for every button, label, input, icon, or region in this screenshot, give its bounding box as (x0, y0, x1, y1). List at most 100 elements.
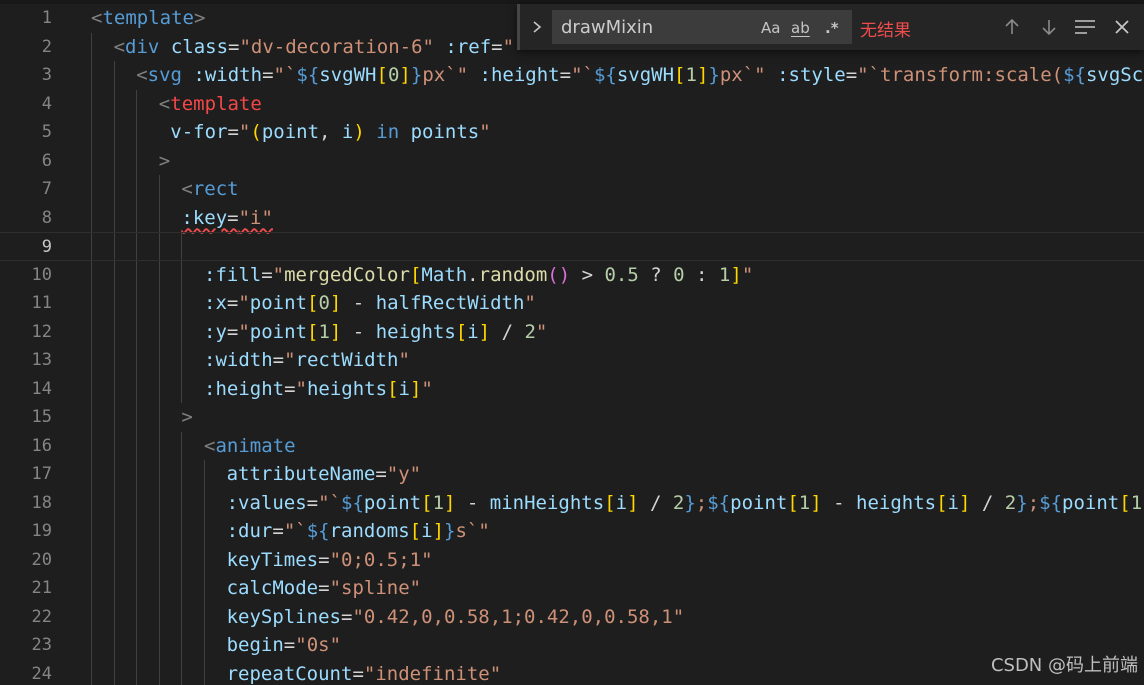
indent-guide (158, 260, 160, 289)
code-token: div (125, 35, 160, 58)
code-line[interactable]: 21 calcMode="spline" (0, 574, 1144, 603)
line-number: 16 (31, 435, 52, 456)
find-result-text: 无结果 (860, 21, 911, 41)
code-token: attributeName (226, 463, 376, 485)
line-number: 13 (31, 350, 52, 370)
code-token: svgWH (616, 64, 675, 86)
code-token: begin (226, 634, 284, 656)
match-case-toggle[interactable]: Aa (761, 16, 780, 40)
code-line[interactable]: 17 attributeName="y" (0, 460, 1144, 489)
regex-toggle[interactable]: .* (825, 16, 839, 40)
find-input[interactable] (561, 14, 751, 40)
code-token: :width (204, 349, 273, 371)
indent-guide (91, 460, 92, 489)
indent-guide (136, 146, 138, 175)
code-line[interactable]: 23 begin="0s" (0, 631, 1144, 660)
code-line[interactable]: 18:values="`${point[1] - minHeights[i] /… (0, 488, 1144, 517)
line-number: 4 (41, 93, 52, 114)
code-line[interactable]: 3 <svg :width="`${svgWH[0]}px`" :height="… (0, 61, 1144, 90)
code-line[interactable]: 20 keyTimes="0;0.5;1" (0, 545, 1144, 575)
code-text: keyTimes="0;0.5;1" (227, 546, 433, 575)
code-token: < (181, 178, 193, 200)
code-line[interactable]: 22 keySplines="0.42,0,0.58,1;0.42,0,0.58,… (0, 602, 1144, 631)
code-token: [ (307, 320, 319, 343)
code-line[interactable]: 12:y="point[1] - heights[i] / 2" (0, 317, 1144, 346)
code-token: = (559, 64, 572, 86)
indent-guide (204, 488, 205, 517)
indent-guide (113, 574, 115, 603)
indent-guide (136, 346, 138, 375)
indent-guide (91, 233, 92, 260)
code-line[interactable]: 5 v-for="(point, i) in points" (0, 118, 1144, 147)
code-token: i (947, 491, 959, 514)
code-token: i (341, 121, 354, 143)
code-token: point (1062, 491, 1120, 514)
code-token: < (136, 64, 148, 86)
code-token: - (341, 320, 376, 343)
indent-guide (113, 317, 115, 346)
code-token: i (467, 320, 479, 343)
code-text: repeatCount="indefinite" (227, 660, 502, 685)
match-whole-word-toggle[interactable]: ab (791, 16, 810, 40)
code-text: <div class="dv-decoration-6" :ref=" (114, 33, 514, 62)
code-token: "y" (386, 463, 422, 485)
code-editor[interactable]: 1 <template> 2 <div class="dv-decoration-6"… (0, 0, 1144, 685)
code-line[interactable]: 14:height="heights[i]" (0, 374, 1144, 403)
code-token: ] (696, 64, 709, 86)
code-text: :key="i" (181, 204, 273, 233)
code-line[interactable]: 10:fill="mergedColor[Math.random() > 0.5… (0, 260, 1144, 289)
code-token: " (421, 377, 433, 400)
code-token: [ (1119, 491, 1131, 514)
code-token: = (272, 520, 284, 542)
arrow-down-icon[interactable] (1037, 15, 1061, 39)
code-line[interactable]: 9 (0, 232, 1144, 261)
code-token: 0 (387, 64, 400, 86)
code-line[interactable]: 24 repeatCount="indefinite" (0, 659, 1144, 685)
indent-guide (204, 460, 205, 489)
indent-guide (181, 431, 183, 460)
indent-guide (91, 517, 92, 546)
code-line[interactable]: 19:dur="`${randoms[i]}s`" (0, 517, 1144, 546)
code-token: = (318, 577, 330, 599)
code-token: "indefinite" (363, 662, 502, 685)
code-token: ] (810, 491, 822, 514)
code-token: = (272, 349, 285, 371)
indent-guide (158, 631, 160, 660)
arrow-up-icon[interactable] (1000, 15, 1024, 39)
line-number: 19 (31, 521, 52, 541)
code-token: ; (1027, 491, 1040, 514)
code-line[interactable]: 13:width="rectWidth" (0, 346, 1144, 375)
code-token: px`" (719, 64, 766, 86)
find-in-selection-icon[interactable] (1073, 15, 1097, 39)
code-token: } (410, 64, 423, 86)
indent-guide (204, 631, 205, 660)
code-line[interactable]: 16 <animate (0, 431, 1144, 460)
line-number: 3 (41, 65, 52, 85)
indent-guide (136, 460, 138, 489)
code-line[interactable]: 15 > (0, 403, 1144, 432)
close-icon[interactable] (1110, 15, 1134, 39)
code-token: ] (329, 292, 342, 314)
code-text: <svg :width="`${svgWH[0]}px`" :height="`… (136, 61, 1143, 90)
code-token: heights (306, 377, 388, 400)
indent-guide (113, 631, 115, 660)
code-line[interactable]: 11:x="point[0] - halfRectWidth" (0, 289, 1144, 318)
code-line[interactable]: 8:key="i" (0, 203, 1144, 233)
toggle-replace-icon[interactable] (528, 16, 546, 38)
line-number: 6 (41, 150, 52, 171)
code-text: <template> (91, 4, 205, 33)
indent-guide (181, 317, 183, 346)
indent-guide (136, 659, 138, 685)
indent-guide (181, 517, 183, 546)
code-text: attributeName="y" (227, 460, 422, 489)
indent-guide (91, 574, 92, 603)
code-line[interactable]: 4 <template (0, 89, 1144, 118)
code-line[interactable]: 7 <rect (0, 175, 1144, 204)
indent-guide (158, 233, 160, 260)
find-input-box[interactable]: Aa ab .* (552, 10, 852, 44)
code-line[interactable]: 6 > (0, 146, 1144, 175)
code-token: Math (421, 263, 468, 286)
